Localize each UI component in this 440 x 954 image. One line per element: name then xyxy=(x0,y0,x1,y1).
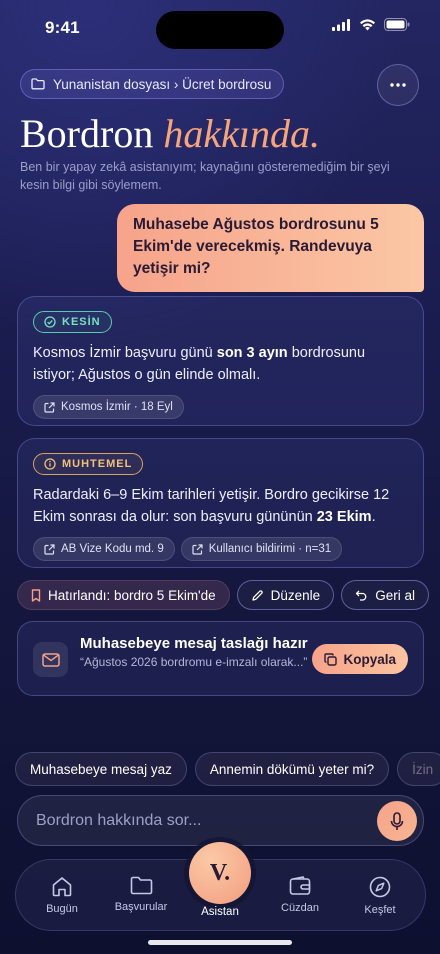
draft-message-card[interactable]: Muhasebeye mesaj taslağı hazır “Ağustos … xyxy=(17,621,424,696)
likely-badge-label: MUHTEMEL xyxy=(62,458,133,470)
dynamic-island xyxy=(156,11,284,49)
assistant-disclaimer: Ben bir yapay zekâ asistanıyım; kaynağın… xyxy=(20,160,390,192)
home-indicator xyxy=(148,940,292,945)
likely-answer-text: Radardaki 6–9 Ekim tarihleri yetişir. Bo… xyxy=(33,487,390,525)
assistant-tab-button[interactable]: V. xyxy=(189,842,251,904)
chat-input-bar xyxy=(17,795,424,846)
mail-icon-box xyxy=(33,642,68,677)
source-chip-label: Kullanıcı bildirimi · n=31 xyxy=(208,543,332,555)
edit-button[interactable]: Düzenle xyxy=(236,580,335,610)
copy-icon xyxy=(324,652,338,666)
draft-preview: “Ağustos 2026 bordromu e-imzalı olarak..… xyxy=(80,655,308,669)
breadcrumb-label: Yunanistan dosyası › Ücret bordrosu xyxy=(53,76,272,92)
answer-card-certain: KESİN Kosmos İzmir başvuru günü son 3 ay… xyxy=(17,296,424,426)
source-chip-label: Kosmos İzmir · 18 Eyl xyxy=(61,401,173,413)
wallet-icon xyxy=(289,876,311,895)
folder-icon xyxy=(31,78,45,90)
tab-wallet[interactable]: Cüzdan xyxy=(265,876,335,914)
source-chip[interactable]: Kullanıcı bildirimi · n=31 xyxy=(180,537,343,561)
certain-badge-label: KESİN xyxy=(62,316,101,328)
status-time: 9:41 xyxy=(45,18,80,37)
answer-card-likely: MUHTEMEL Radardaki 6–9 Ekim tarihleri ye… xyxy=(17,438,424,568)
tab-discover[interactable]: Keşfet xyxy=(345,876,415,916)
suggestion-chip[interactable]: İzin xyxy=(397,752,440,786)
reminder-chip[interactable]: Hatırlandı: bordro 5 Ekim'de xyxy=(17,580,230,610)
tab-applications-label: Başvurular xyxy=(114,901,168,913)
home-icon xyxy=(52,877,72,897)
tab-today-label: Bugün xyxy=(46,903,78,915)
edit-label: Düzenle xyxy=(270,587,321,603)
tab-applications[interactable]: Başvurular xyxy=(106,876,176,913)
user-message-bubble: Muhasebe Ağustos bordrosunu 5 Ekim'de ve… xyxy=(117,204,424,292)
battery-icon xyxy=(384,18,410,31)
copy-button[interactable]: Kopyala xyxy=(312,644,408,674)
breadcrumb[interactable]: Yunanistan dosyası › Ücret bordrosu xyxy=(20,69,285,99)
suggestion-chip[interactable]: Muhasebeye mesaj yaz xyxy=(15,752,187,786)
copy-label: Kopyala xyxy=(343,651,396,667)
undo-button[interactable]: Geri al xyxy=(341,580,429,610)
chat-input[interactable] xyxy=(36,796,356,845)
suggestion-row: Muhasebeye mesaj yaz Annemin dökümü yete… xyxy=(15,752,440,786)
info-circle-icon xyxy=(44,458,56,470)
mail-icon xyxy=(41,652,60,667)
check-circle-icon xyxy=(44,316,56,328)
certain-answer-text: Kosmos İzmir başvuru günü son 3 ayın bor… xyxy=(33,345,366,383)
undo-icon xyxy=(356,590,367,601)
tab-today[interactable]: Bugün xyxy=(27,876,97,915)
more-button[interactable] xyxy=(377,64,419,106)
suggestion-chip[interactable]: Annemin dökümü yeter mi? xyxy=(194,752,390,786)
external-link-icon xyxy=(44,543,55,555)
tab-wallet-label: Cüzdan xyxy=(281,902,319,914)
microphone-icon xyxy=(390,811,404,830)
action-row: Hatırlandı: bordro 5 Ekim'de Düzenle Ger… xyxy=(17,580,429,610)
tab-assistant-label: Asistan xyxy=(201,906,239,918)
external-link-icon xyxy=(44,401,55,413)
source-chip[interactable]: AB Vize Kodu md. 9 xyxy=(33,537,175,561)
wifi-icon xyxy=(360,18,375,30)
source-chip[interactable]: Kosmos İzmir · 18 Eyl xyxy=(33,395,184,419)
folder-icon xyxy=(130,876,152,895)
likely-badge: MUHTEMEL xyxy=(33,453,144,475)
bookmark-icon xyxy=(31,588,41,602)
status-icons xyxy=(332,18,410,31)
compass-icon xyxy=(369,876,391,898)
more-icon xyxy=(390,83,406,87)
tab-discover-label: Keşfet xyxy=(364,904,396,916)
mic-button[interactable] xyxy=(377,801,417,841)
signal-icon xyxy=(332,18,350,31)
source-chip-label: AB Vize Kodu md. 9 xyxy=(61,543,164,555)
assistant-logo: V. xyxy=(209,859,231,886)
page-title: Bordron hakkında. xyxy=(20,110,320,157)
title-main: Bordron xyxy=(20,111,154,156)
title-accent: hakkında. xyxy=(163,111,320,156)
external-link-icon xyxy=(192,543,203,555)
reminder-label: Hatırlandı: bordro 5 Ekim'de xyxy=(48,587,216,603)
certain-badge: KESİN xyxy=(33,311,112,333)
pencil-icon xyxy=(252,589,263,601)
undo-label: Geri al xyxy=(375,587,415,603)
draft-title: Muhasebeye mesaj taslağı hazır xyxy=(80,635,308,652)
